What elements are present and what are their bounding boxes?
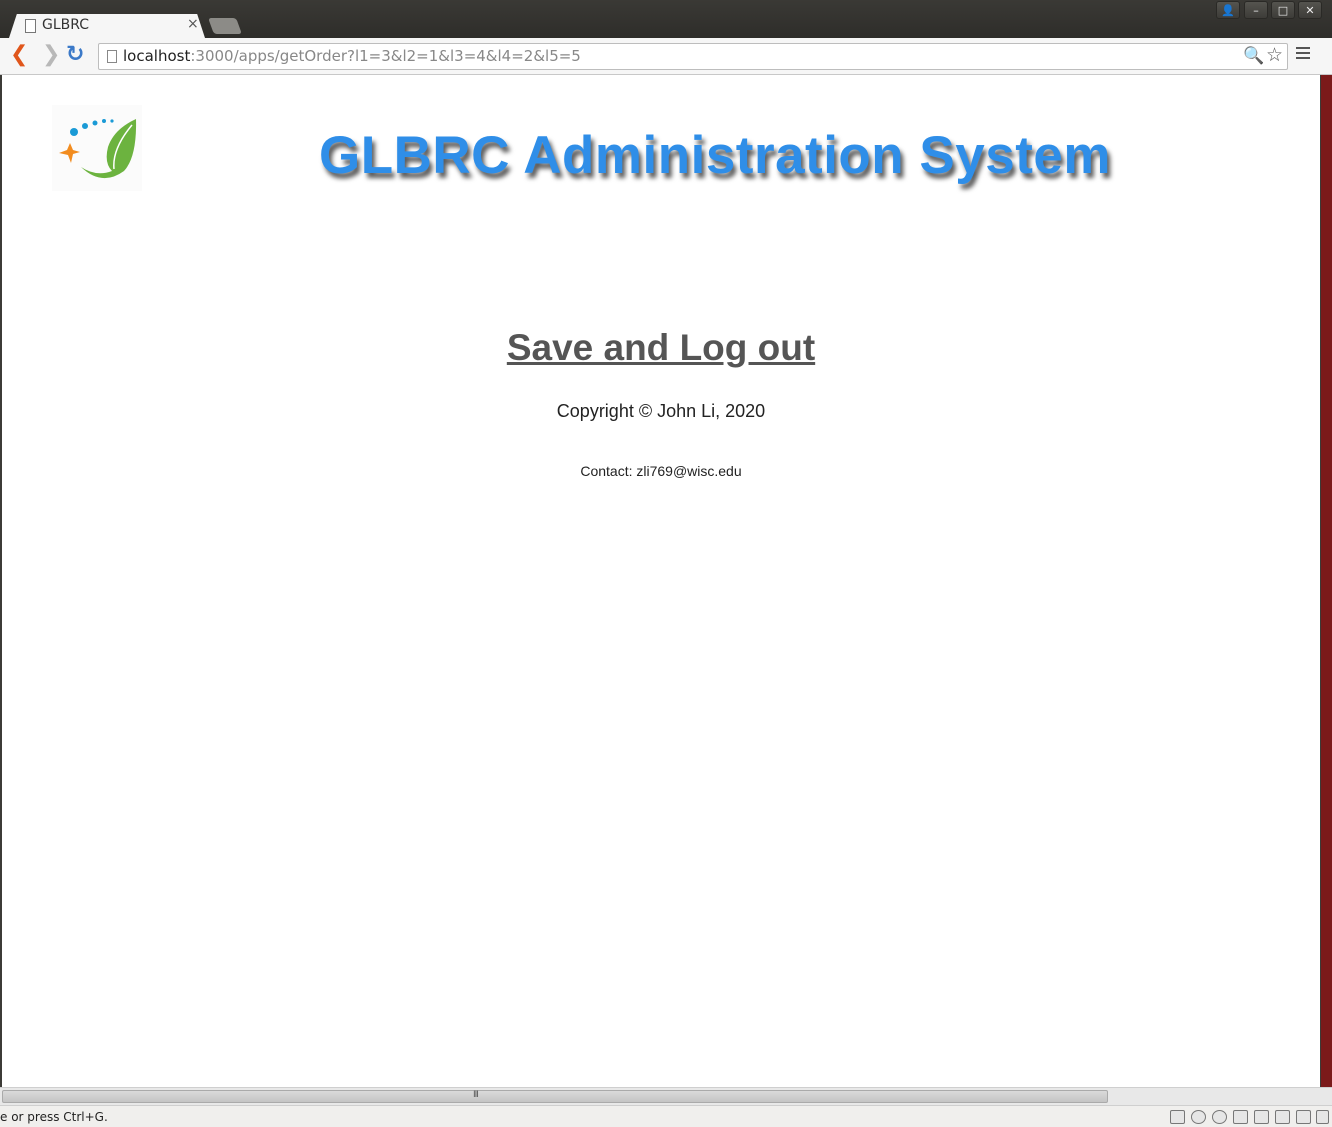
minimize-button[interactable]: – — [1244, 1, 1268, 19]
background-window-edge — [1321, 75, 1332, 1087]
tab-close-icon[interactable]: × — [187, 16, 199, 32]
save-and-logout-link[interactable]: Save and Log out — [2, 327, 1320, 369]
message-log-icon[interactable] — [1316, 1110, 1329, 1124]
new-tab-button[interactable] — [208, 18, 242, 34]
network-icon[interactable] — [1254, 1110, 1269, 1124]
forward-button[interactable]: ❯ — [42, 44, 60, 66]
tab-glbrc[interactable]: GLBRC × — [9, 14, 205, 38]
optical-drive-2-icon[interactable] — [1212, 1110, 1227, 1124]
harddisk-icon[interactable] — [1170, 1110, 1185, 1124]
browser-menu-icon[interactable] — [1296, 47, 1310, 62]
close-window-button[interactable]: ✕ — [1298, 1, 1322, 19]
copyright-text: Copyright © John Li, 2020 — [556, 401, 766, 421]
url-path: :3000/apps/getOrder?l1=3&l2=1&l3=4&l4=2&… — [190, 47, 581, 65]
url-host: localhost — [123, 47, 191, 65]
floppy-icon[interactable] — [1233, 1110, 1248, 1124]
maximize-button[interactable]: □ — [1271, 1, 1295, 19]
back-button[interactable]: ❮ — [10, 44, 28, 66]
bookmark-star-icon[interactable]: ☆ — [1266, 44, 1283, 66]
user-icon[interactable]: 👤 — [1216, 1, 1240, 19]
address-bar[interactable]: localhost:3000/apps/getOrder?l1=3&l2=1&l… — [98, 43, 1288, 70]
page-viewport: GLBRC Administration System Save and Log… — [2, 75, 1320, 1087]
scrollbar-thumb[interactable]: III — [2, 1090, 1108, 1103]
printer-icon[interactable] — [1275, 1110, 1290, 1124]
horizontal-scrollbar[interactable]: III — [0, 1087, 1332, 1105]
search-icon[interactable]: 🔍 — [1243, 46, 1264, 66]
scroll-grip-icon: III — [473, 1090, 479, 1100]
status-bar: e or press Ctrl+G. — [0, 1105, 1332, 1127]
tab-title: GLBRC — [42, 17, 90, 33]
tab-strip: GLBRC × 👤 – □ ✕ — [0, 0, 1332, 38]
browser-toolbar: ❮ ❯ ↻ localhost:3000/apps/getOrder?l1=3&… — [0, 38, 1332, 75]
page-icon — [107, 50, 117, 63]
optical-drive-icon[interactable] — [1191, 1110, 1206, 1124]
reload-button[interactable]: ↻ — [66, 44, 84, 66]
audio-icon[interactable] — [1296, 1110, 1311, 1124]
page-favicon-icon — [25, 19, 36, 33]
status-message: e or press Ctrl+G. — [0, 1110, 108, 1124]
page-title: GLBRC Administration System — [319, 126, 1111, 185]
contact-text: Contact: zli769@wisc.edu — [580, 463, 742, 479]
url-text[interactable]: localhost:3000/apps/getOrder?l1=3&l2=1&l… — [123, 47, 581, 65]
